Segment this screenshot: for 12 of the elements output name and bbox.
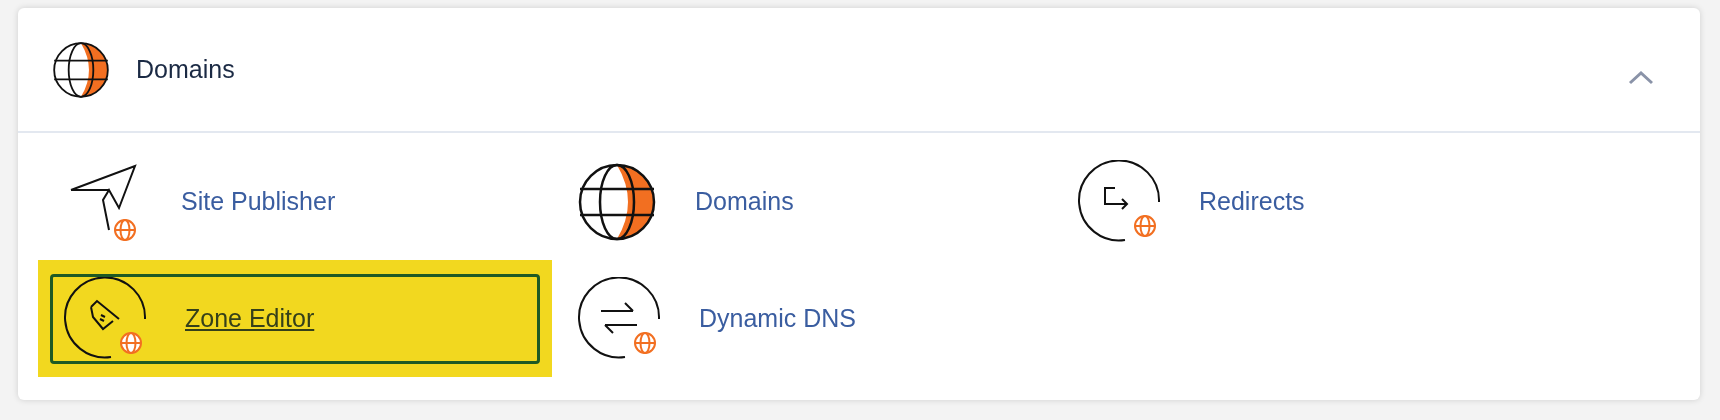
tool-link[interactable]: Domains	[564, 156, 1040, 247]
pen-icon	[63, 276, 147, 361]
globe-icon	[577, 161, 657, 242]
chevron-icon[interactable]	[1628, 70, 1654, 85]
globe-icon	[52, 40, 110, 99]
arrows-icon	[577, 276, 661, 361]
tool-link[interactable]: Site Publisher	[50, 156, 540, 247]
redirect-icon	[1077, 159, 1161, 244]
tool-link[interactable]: Zone Editor	[50, 273, 540, 364]
tool-link[interactable]: Dynamic DNS	[564, 273, 1040, 364]
tool-link[interactable]: Redirects	[1064, 156, 1540, 247]
section-title: Domains	[136, 53, 235, 85]
